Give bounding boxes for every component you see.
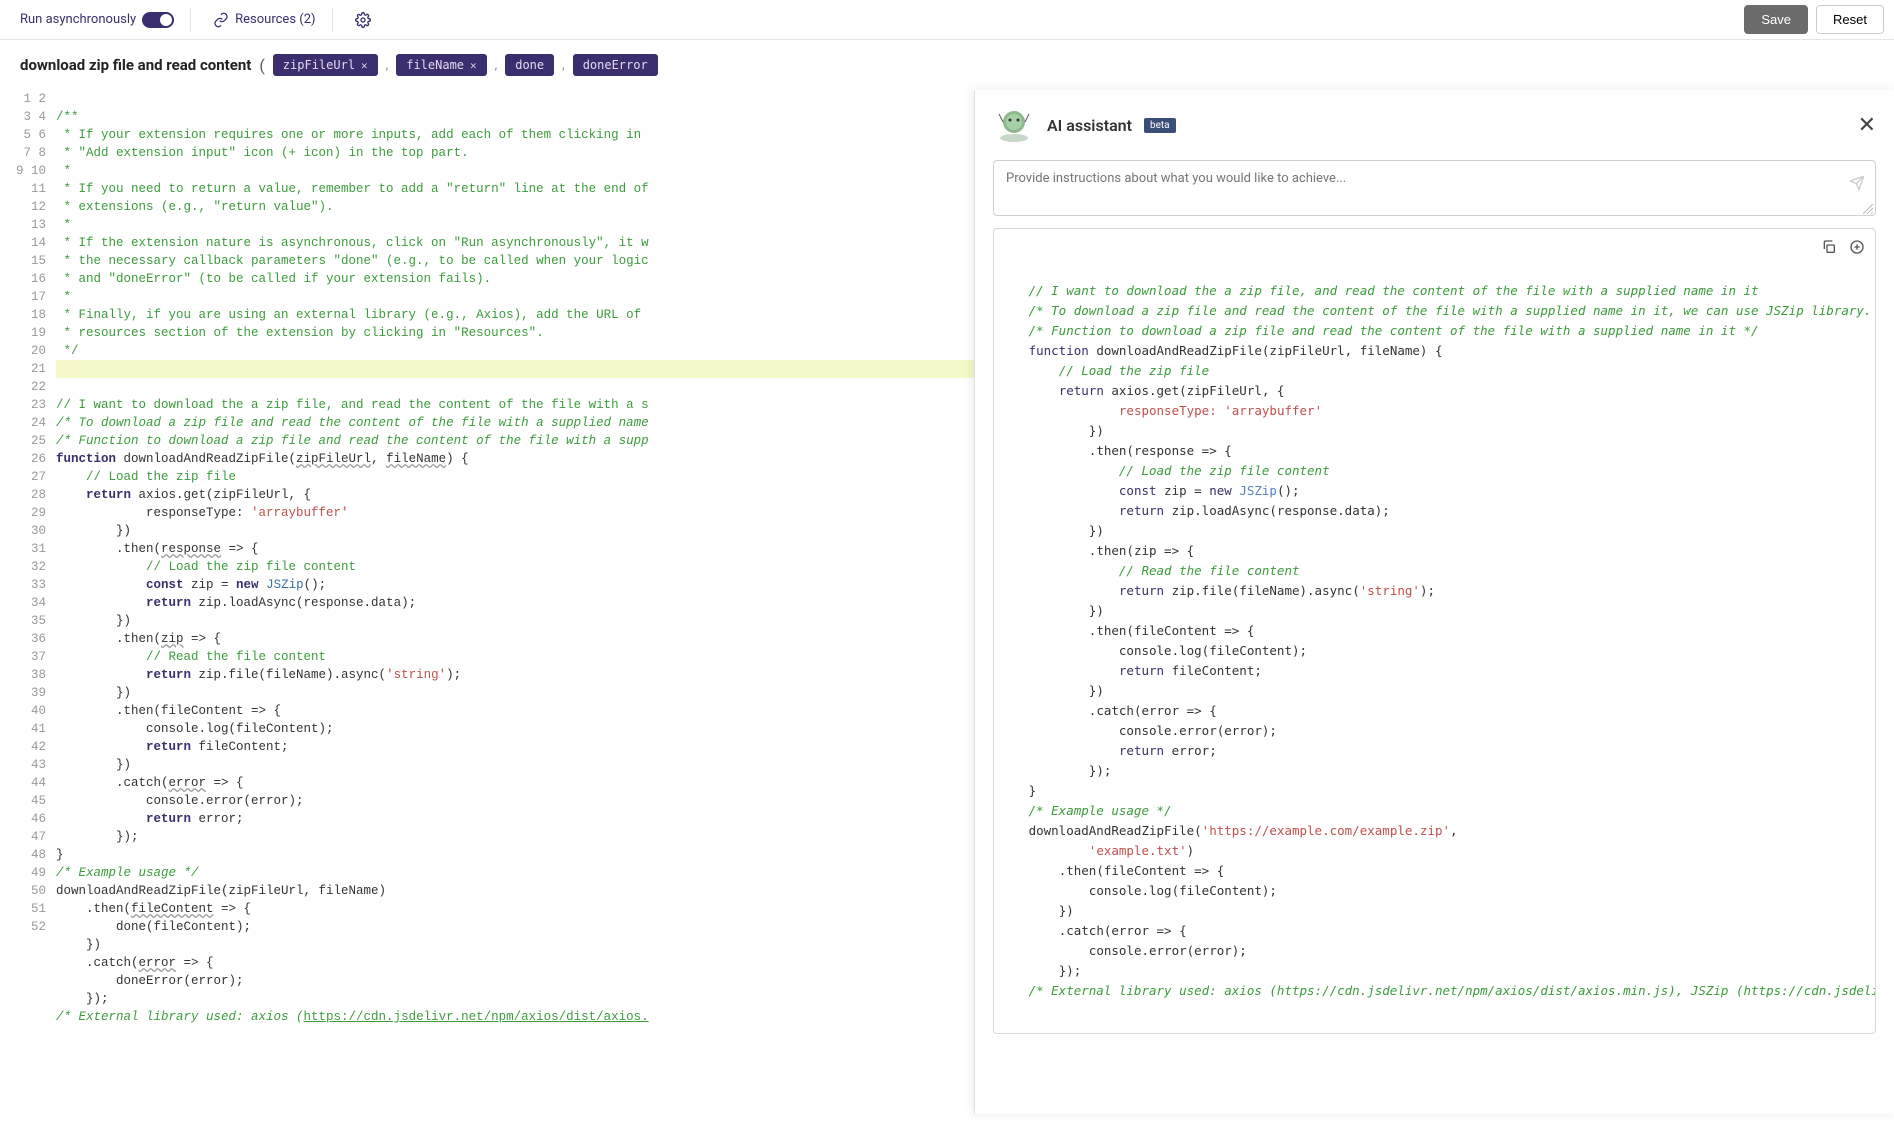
reset-button[interactable]: Reset [1816,5,1884,34]
link-icon [213,12,229,28]
param-chip[interactable]: done [505,54,554,76]
resize-handle-icon[interactable] [1863,203,1873,213]
result-code: // I want to download the a zip file, an… [993,228,1876,1034]
assistant-avatar-icon [993,104,1035,146]
line-gutter: 1 2 3 4 5 6 7 8 9 10 11 12 13 14 15 16 1… [0,90,56,1114]
close-icon[interactable]: ✕ [361,59,368,72]
run-async-label: Run asynchronously [20,12,136,27]
function-title: download zip file and read content [20,56,251,74]
resources-label: Resources (2) [235,12,315,27]
ai-assistant-panel: AI assistant beta ✕ // I want to downloa… [974,90,1894,1114]
toolbar: Run asynchronously Resources (2) Save Re… [0,0,1894,40]
resources-button[interactable]: Resources (2) [203,8,332,32]
copy-icon[interactable] [1821,239,1837,261]
toggle-switch-icon[interactable] [142,12,174,28]
save-button[interactable]: Save [1744,5,1808,34]
panel-title: AI assistant [1047,116,1132,135]
gear-icon [355,12,371,28]
run-async-toggle[interactable]: Run asynchronously [10,8,191,32]
send-icon[interactable] [1849,175,1865,195]
close-panel-button[interactable]: ✕ [1858,113,1876,138]
add-icon[interactable] [1849,239,1865,261]
function-header: download zip file and read content ( zip… [0,40,1894,90]
close-icon[interactable]: ✕ [470,59,477,72]
prompt-input-box [993,160,1876,216]
param-chip[interactable]: fileName✕ [396,54,486,76]
param-chip[interactable]: zipFileUrl✕ [273,54,378,76]
settings-button[interactable] [345,8,381,32]
prompt-input[interactable] [1006,171,1841,201]
beta-badge: beta [1144,118,1176,133]
paren-open: ( [259,56,264,75]
param-chip[interactable]: doneError [573,54,658,76]
